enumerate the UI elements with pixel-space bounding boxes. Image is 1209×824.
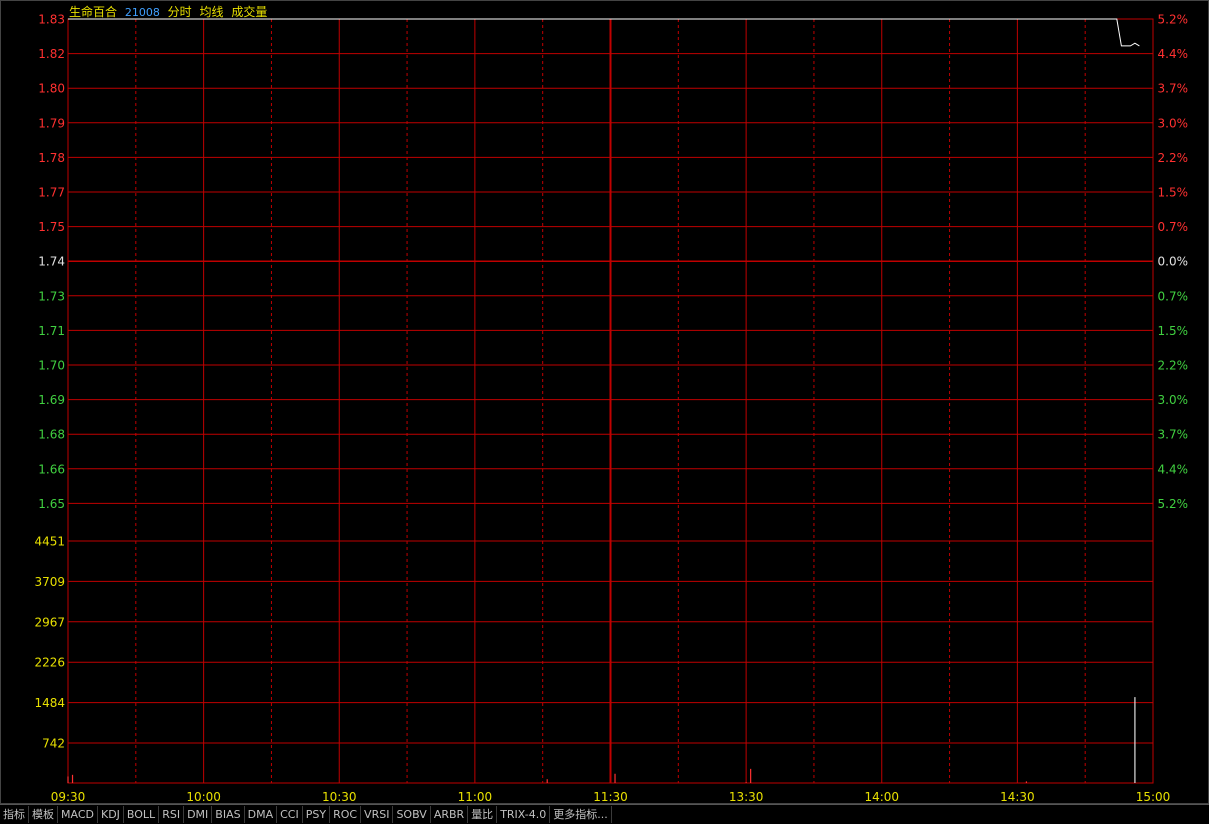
price-tick-label: 1.74 (38, 255, 65, 269)
volume-tick-label: 1484 (34, 696, 65, 710)
indicator-tab[interactable]: BOLL (124, 806, 160, 823)
indicator-tab[interactable]: TRIX-4.0 (497, 806, 551, 823)
percent-tick-label: 0.7% (1158, 220, 1189, 234)
indicator-tab[interactable]: 指标 (0, 806, 29, 823)
indicator-tab[interactable]: 模板 (29, 806, 58, 823)
price-tick-label: 1.79 (38, 116, 65, 130)
price-tick-label: 1.66 (38, 462, 65, 476)
time-tick-label: 09:30 (51, 790, 86, 804)
percent-tick-label: 4.4% (1158, 462, 1189, 476)
indicator-tab[interactable]: RSI (159, 806, 185, 823)
percent-tick-label: 4.4% (1158, 47, 1189, 61)
time-tick-label: 10:00 (186, 790, 221, 804)
time-tick-label: 14:00 (864, 790, 899, 804)
time-tick-label: 15:00 (1136, 790, 1171, 804)
price-tick-label: 1.73 (38, 289, 65, 303)
price-tick-label: 1.65 (38, 497, 65, 511)
price-tick-label: 1.83 (38, 13, 65, 27)
indicator-tab[interactable]: ARBR (431, 806, 469, 823)
time-tick-label: 13:30 (729, 790, 764, 804)
indicator-tab[interactable]: PSY (303, 806, 331, 823)
price-tick-label: 1.70 (38, 359, 65, 373)
avg-label: 均线 (199, 5, 224, 19)
percent-tick-label: 1.5% (1158, 186, 1189, 200)
indicator-tab[interactable]: ROC (330, 806, 362, 823)
stock-name: 生命百合 (69, 5, 118, 19)
time-tick-label: 10:30 (322, 790, 357, 804)
price-tick-label: 1.80 (38, 82, 65, 96)
price-tick-label: 1.77 (38, 186, 65, 200)
indicator-tab[interactable]: CCI (277, 806, 303, 823)
percent-tick-label: 5.2% (1158, 497, 1189, 511)
percent-tick-label: 3.7% (1158, 82, 1189, 96)
indicator-tab[interactable]: KDJ (98, 806, 124, 823)
percent-tick-label: 2.2% (1158, 359, 1189, 373)
price-tick-label: 1.68 (38, 428, 65, 442)
indicator-tab[interactable]: MACD (58, 806, 98, 823)
percent-tick-label: 0.7% (1158, 289, 1189, 303)
indicator-tab[interactable]: SOBV (393, 806, 431, 823)
volume-label: 成交量 (231, 5, 268, 19)
stock-code: 21008 (124, 6, 160, 19)
price-tick-label: 1.71 (38, 324, 65, 338)
time-tick-label: 11:30 (593, 790, 628, 804)
volume-tick-label: 2967 (34, 615, 65, 629)
volume-tick-label: 3709 (34, 575, 65, 589)
percent-tick-label: 3.7% (1158, 428, 1189, 442)
indicator-tab[interactable]: 量比 (468, 806, 498, 823)
price-tick-label: 1.75 (38, 220, 65, 234)
percent-tick-label: 3.0% (1158, 116, 1189, 130)
percent-tick-label: 5.2% (1158, 13, 1189, 27)
volume-tick-label: 742 (42, 737, 65, 751)
percent-tick-label: 1.5% (1158, 324, 1189, 338)
volume-tick-label: 4451 (34, 535, 65, 549)
indicator-toolbar: 指标 模板 MACD KDJ BOLL RSI DMI BIAS DMA CCI PSY ROC VRS… (0, 804, 1209, 824)
percent-tick-label: 3.0% (1158, 393, 1189, 407)
volume-tick-label: 2226 (34, 656, 65, 670)
price-tick-label: 1.69 (38, 393, 65, 407)
indicator-tab[interactable]: VRSI (361, 806, 394, 823)
price-line (68, 18, 1140, 47)
percent-tick-label: 0.0% (1158, 255, 1189, 269)
indicator-tab[interactable]: 更多指标... (550, 806, 612, 823)
time-tick-label: 14:30 (1000, 790, 1035, 804)
window-frame (0, 0, 1209, 804)
time-tick-label: 11:00 (458, 790, 493, 804)
mode-label: 分时 (167, 5, 192, 19)
intraday-chart[interactable]: 1.83 5.2% 1.82 4.4% 1.80 3.7% 1.79 3.0% 1.78 2.2%… (0, 0, 1209, 804)
indicator-tab[interactable]: DMI (184, 806, 213, 823)
percent-tick-label: 2.2% (1158, 151, 1189, 165)
chart-header: 生命百合 21008 分时 均线 成交量 (69, 3, 271, 20)
indicator-tab[interactable]: DMA (245, 806, 278, 823)
price-tick-label: 1.78 (38, 151, 65, 165)
indicator-tab[interactable]: BIAS (212, 806, 245, 823)
price-tick-label: 1.82 (38, 47, 65, 61)
